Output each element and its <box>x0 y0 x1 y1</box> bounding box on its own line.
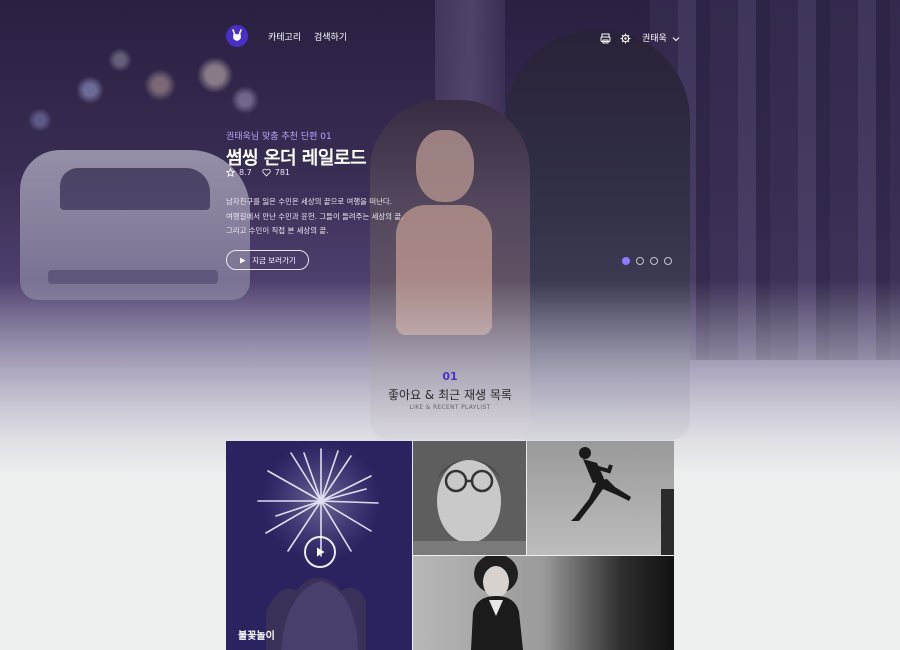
star-icon <box>226 168 235 177</box>
playlist-tile[interactable] <box>413 441 526 555</box>
likes-count: 781 <box>274 168 291 177</box>
chevron-down-icon <box>672 36 680 41</box>
user-menu[interactable]: 권태욱 <box>642 31 680 44</box>
playlist-tile-featured[interactable]: 불꽃놀이 <box>226 441 412 650</box>
heart-icon <box>262 168 271 177</box>
playlist-tile[interactable] <box>527 441 674 555</box>
watch-now-button[interactable]: 지금 보러가기 <box>226 250 309 270</box>
play-icon <box>240 257 246 263</box>
section-title: 좋아요 & 최근 재생 목록 <box>388 388 512 402</box>
hero-stats: 8.7 781 <box>226 168 290 177</box>
slider-dot[interactable] <box>636 257 644 265</box>
slider-dot[interactable] <box>664 257 672 265</box>
playlist-tile[interactable] <box>413 556 674 650</box>
watch-now-label: 지금 보러가기 <box>252 255 296 265</box>
section-number: 01 <box>442 370 458 383</box>
slider-dots <box>622 257 672 265</box>
playlist-tile-caption: 불꽃놀이 <box>238 631 275 642</box>
jumping-person-thumbnail <box>571 447 674 555</box>
hero-description-line: 그리고 수민이 직접 본 세상의 끝. <box>226 226 329 235</box>
slider-dot[interactable] <box>650 257 658 265</box>
hero-title: 썸씽 온더 레일로드 <box>226 148 367 169</box>
nav-category[interactable]: 카테고리 <box>268 30 301 43</box>
logo-icon <box>232 29 242 41</box>
play-button[interactable] <box>304 536 336 568</box>
portrait-thumbnail <box>413 441 526 555</box>
gear-icon[interactable] <box>620 29 631 48</box>
section-subtitle: LIKE & RECENT PLAYLIST <box>409 404 491 411</box>
play-icon <box>317 547 325 557</box>
user-name: 권태욱 <box>642 33 667 43</box>
hero-subtitle: 권태욱님 맞춤 추천 단편 01 <box>226 132 332 142</box>
hero-description-line: 여행길에서 만난 수민과 윤헌. 그들이 들려주는 세상의 끝. <box>226 211 404 221</box>
slider-dot[interactable] <box>622 257 630 265</box>
printer-icon[interactable] <box>600 29 611 48</box>
hero-description: 남자친구를 잃은 수민은 세상의 끝으로 여행을 떠난다. 여행길에서 만난 수… <box>226 195 426 239</box>
rating-value: 8.7 <box>239 168 252 177</box>
nav-search[interactable]: 검색하기 <box>314 30 347 43</box>
girl-portrait-thumbnail <box>471 556 523 650</box>
logo[interactable] <box>226 25 248 47</box>
hero-description-line: 남자친구를 잃은 수민은 세상의 끝으로 여행을 떠난다. <box>226 197 393 206</box>
